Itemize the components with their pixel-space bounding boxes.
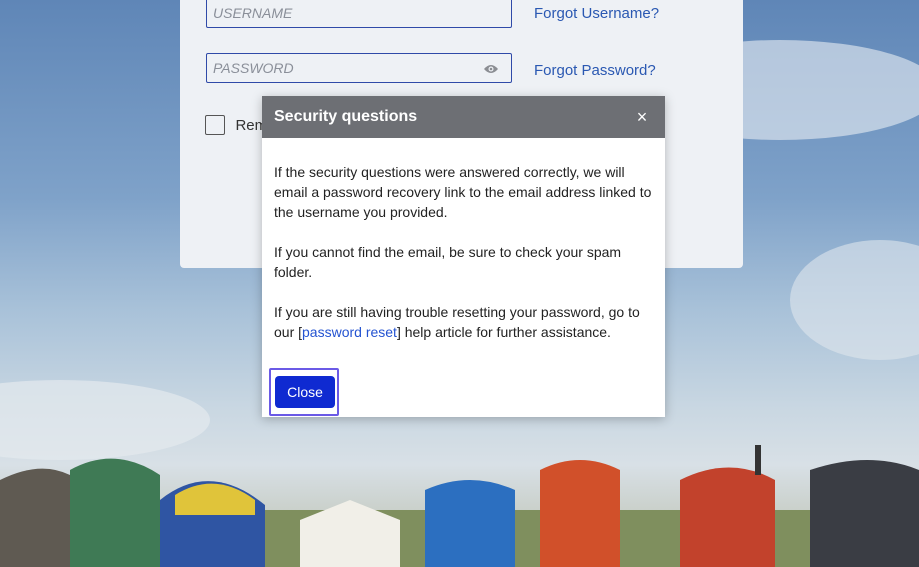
close-button-focus-ring: Close <box>269 368 339 416</box>
paragraph3-after: ] help article for further assistance. <box>396 324 611 340</box>
modal-paragraph-1: If the security questions were answered … <box>274 164 652 220</box>
close-icon[interactable]: × <box>631 106 653 128</box>
modal-paragraph-2: If you cannot find the email, be sure to… <box>274 244 622 280</box>
modal-paragraph-3: If you are still having trouble resettin… <box>274 302 653 342</box>
modal-body: If the security questions were answered … <box>262 138 665 342</box>
password-reset-link[interactable]: password reset <box>302 324 397 340</box>
modal-header: Security questions × <box>262 96 665 138</box>
close-button[interactable]: Close <box>275 376 335 408</box>
modal-title: Security questions <box>274 108 418 125</box>
security-questions-modal: Security questions × If the security que… <box>262 96 665 417</box>
